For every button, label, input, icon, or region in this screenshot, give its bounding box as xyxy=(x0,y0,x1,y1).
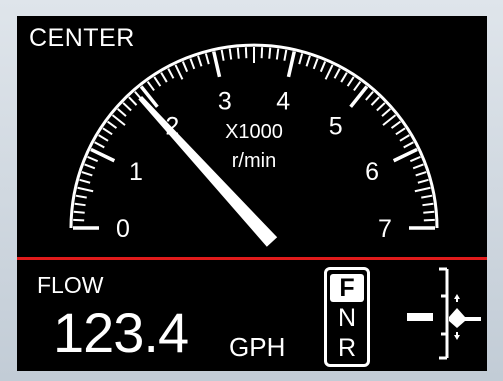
tach-minor-tick xyxy=(376,102,386,112)
tach-minor-tick xyxy=(167,68,175,79)
tach-minor-tick xyxy=(417,178,429,184)
tach-minor-tick xyxy=(81,171,93,177)
tach-minor-tick xyxy=(197,55,203,67)
tach-minor-tick xyxy=(390,120,402,129)
trim-indicator-icon xyxy=(407,267,481,360)
tach-minor-tick xyxy=(84,163,96,170)
tach-minor-tick xyxy=(298,53,304,65)
tach-minor-tick xyxy=(412,163,424,170)
tach-unit-label: r/min xyxy=(232,150,276,172)
tach-scale-label: 4 xyxy=(276,87,290,115)
tach-minor-tick xyxy=(94,141,105,149)
tach-minor-tick xyxy=(128,96,138,106)
divider-redline xyxy=(17,257,487,260)
gear-reverse: R xyxy=(337,334,357,362)
tach-minor-tick xyxy=(122,102,132,112)
tach-minor-tick xyxy=(403,141,414,149)
device-bezel: CENTER 01234567 X1000 r/min FLOW 123.4 G… xyxy=(0,0,503,381)
tach-minor-tick xyxy=(204,53,210,65)
tach-multiplier-label: X1000 xyxy=(225,121,283,143)
tach-minor-tick xyxy=(77,186,94,193)
tach-minor-tick xyxy=(414,186,431,193)
tach-minor-tick xyxy=(399,134,410,142)
tach-minor-tick xyxy=(423,210,435,214)
tach-scale-label: 1 xyxy=(129,158,143,186)
tach-minor-tick xyxy=(146,80,155,92)
tach-minor-tick xyxy=(160,72,168,83)
tach-minor-tick xyxy=(117,108,127,117)
display-screen: CENTER 01234567 X1000 r/min FLOW 123.4 G… xyxy=(17,16,487,371)
tach-minor-tick xyxy=(305,55,311,67)
tach-minor-tick xyxy=(98,134,109,142)
tachometer-gauge: 0123 4567 X1000 r/min xyxy=(69,43,439,247)
tach-major-tick xyxy=(286,51,296,78)
flow-unit: GPH xyxy=(229,332,286,362)
tach-minor-tick xyxy=(381,108,391,117)
tach-minor-tick xyxy=(111,114,126,126)
tach-minor-tick xyxy=(421,194,433,199)
tach-minor-tick xyxy=(102,127,113,136)
tach-minor-tick xyxy=(333,68,341,79)
tach-minor-tick xyxy=(312,58,319,70)
tach-minor-tick xyxy=(75,194,87,199)
tach-minor-tick xyxy=(346,76,355,87)
tach-scale-label: 0 xyxy=(116,215,130,243)
tach-scale-label: 7 xyxy=(378,215,392,243)
tach-minor-tick xyxy=(228,48,233,60)
tach-minor-tick xyxy=(275,48,280,60)
tach-minor-tick xyxy=(74,202,86,207)
tach-scale-label: 5 xyxy=(329,113,343,141)
tach-minor-tick xyxy=(365,91,374,101)
tach-scale-label: 3 xyxy=(218,87,232,115)
tach-minor-tick xyxy=(174,64,184,80)
flow-label: FLOW xyxy=(37,272,104,298)
tach-minor-tick xyxy=(415,171,427,177)
tach-minor-tick xyxy=(220,49,225,61)
tach-major-tick xyxy=(212,51,222,78)
tach-minor-tick xyxy=(181,61,189,73)
tach-minor-tick xyxy=(283,49,288,61)
tach-minor-tick xyxy=(382,114,397,126)
tach-minor-tick xyxy=(370,96,380,106)
tach-minor-tick xyxy=(353,80,362,92)
tach-scale-label: 6 xyxy=(365,158,379,186)
tach-minor-tick xyxy=(106,120,118,129)
tach-minor-tick xyxy=(236,47,240,59)
tach-minor-tick xyxy=(319,61,327,73)
tach-minor-tick xyxy=(422,202,434,207)
tach-minor-tick xyxy=(395,127,406,136)
flow-value: 123.4 xyxy=(53,301,189,364)
gear-indicator: F N R xyxy=(324,267,370,367)
tach-minor-tick xyxy=(87,155,99,163)
gear-neutral: N xyxy=(337,304,357,332)
tach-minor-tick xyxy=(189,58,196,70)
tach-minor-tick xyxy=(153,76,162,87)
tach-minor-tick xyxy=(409,155,421,163)
tach-minor-tick xyxy=(79,178,91,184)
tach-minor-tick xyxy=(268,47,272,59)
tach-major-tick xyxy=(349,85,369,108)
tach-minor-tick xyxy=(73,210,85,214)
gear-forward: F xyxy=(330,274,364,302)
tach-minor-tick xyxy=(324,64,334,80)
tach-minor-tick xyxy=(340,72,348,83)
